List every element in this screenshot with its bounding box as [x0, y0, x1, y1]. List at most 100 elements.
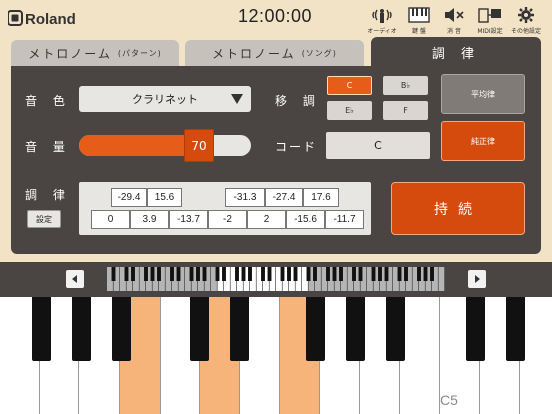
- chord-label: コード: [275, 140, 318, 154]
- just-temperament-button[interactable]: 純正律: [441, 121, 525, 161]
- mini-black-key: [248, 267, 252, 281]
- tone-select[interactable]: クラリネット: [79, 86, 251, 112]
- mini-black-key: [157, 267, 161, 281]
- key-label-c5: C5: [440, 392, 458, 408]
- chord-value-field[interactable]: C: [326, 132, 430, 159]
- keyboard-label: 鍵 盤: [412, 28, 426, 35]
- black-key[interactable]: [230, 297, 249, 361]
- temperament-value: 17.6: [311, 192, 331, 203]
- tab-tuning-label: 調 律: [431, 46, 481, 62]
- mini-black-key: [306, 267, 311, 281]
- tab-metronome-song-sub: (ソング): [301, 49, 337, 58]
- mini-black-key: [378, 267, 382, 281]
- midi-icon: [478, 8, 501, 23]
- transpose-key-bflat-label: B♭: [400, 81, 411, 90]
- mini-black-key: [313, 267, 317, 281]
- audio-button[interactable]: オーディオ: [362, 6, 402, 35]
- black-key[interactable]: [32, 297, 51, 361]
- black-key[interactable]: [72, 297, 91, 361]
- white-key[interactable]: [400, 297, 440, 414]
- transpose-key-f[interactable]: F: [383, 101, 428, 120]
- mini-black-key: [339, 267, 343, 281]
- transpose-key-eflat[interactable]: E♭: [327, 101, 372, 120]
- temperament-table: -29.4 15.6 -31.3 -27.4 17.6 0 3.9 -13.7 …: [79, 182, 371, 235]
- just-temperament-label: 純正律: [471, 136, 495, 146]
- volume-slider-thumb[interactable]: 70: [184, 129, 214, 162]
- black-key[interactable]: [306, 297, 325, 361]
- mini-black-key: [280, 267, 285, 281]
- keyboard-settings-button[interactable]: 鍵 盤: [399, 6, 439, 35]
- other-settings-label: その他設定: [510, 28, 541, 35]
- volume-value: 70: [191, 138, 207, 153]
- mini-black-key: [423, 267, 428, 281]
- temperament-value: -31.3: [233, 192, 257, 203]
- temperament-value: 3.9: [142, 214, 157, 225]
- midi-settings-button[interactable]: MIDI設定: [470, 6, 510, 35]
- transpose-key-c-label: C: [346, 81, 353, 90]
- scroll-left-button[interactable]: [66, 270, 84, 288]
- tab-metronome-pattern-sub: (パターン): [117, 49, 162, 58]
- mini-black-key: [124, 267, 129, 281]
- keyboard-overview-graphic: [107, 267, 445, 291]
- mini-black-key: [261, 267, 265, 281]
- black-key[interactable]: [506, 297, 525, 361]
- temperament-cell: -27.4: [265, 188, 303, 207]
- mini-black-key: [267, 267, 272, 281]
- mini-black-key: [170, 267, 174, 281]
- transpose-key-bflat[interactable]: B♭: [383, 76, 428, 95]
- transpose-key-c[interactable]: C: [327, 76, 372, 95]
- other-settings-button[interactable]: その他設定: [506, 6, 546, 35]
- sustain-button[interactable]: 持続: [391, 182, 525, 235]
- mini-black-key: [371, 267, 376, 281]
- mini-black-key: [417, 267, 421, 281]
- temperament-value: -11.7: [333, 214, 356, 225]
- keyboard-navigator: [0, 262, 552, 297]
- mini-black-key: [196, 267, 200, 281]
- tab-metronome-song-label: メトロノーム: [212, 47, 296, 61]
- tab-metronome-pattern[interactable]: メトロノーム (パターン): [11, 40, 179, 67]
- mini-white-key: [438, 267, 445, 291]
- temperament-value: -2: [223, 214, 232, 225]
- temperament-cell: -13.7: [169, 210, 208, 229]
- temperament-cell: 2: [247, 210, 286, 229]
- clock-display: 12:00:00: [237, 6, 313, 26]
- black-key[interactable]: [346, 297, 365, 361]
- transpose-key-f-label: F: [403, 106, 408, 115]
- volume-label: 音 量: [25, 140, 71, 154]
- tuning-panel: 音 色 クラリネット 音 量 70 移 調 C B♭ E♭ F コード C 平均…: [11, 66, 541, 254]
- black-key[interactable]: [466, 297, 485, 361]
- keyboard-icon: [408, 7, 430, 23]
- mini-black-key: [293, 267, 298, 281]
- black-key[interactable]: [112, 297, 131, 361]
- mute-button[interactable]: 消 音: [434, 6, 474, 35]
- mini-black-key: [189, 267, 194, 281]
- temperament-value: -29.4: [117, 192, 141, 203]
- temperament-cell: 3.9: [130, 210, 169, 229]
- temperament-value: 0: [107, 214, 114, 225]
- tone-value: クラリネット: [132, 93, 198, 106]
- mini-black-key: [326, 267, 330, 281]
- volume-slider[interactable]: [79, 135, 251, 156]
- tab-tuning[interactable]: 調 律: [371, 37, 541, 67]
- chord-value: C: [374, 139, 382, 152]
- gear-icon: [518, 7, 534, 23]
- mini-black-key: [202, 267, 207, 281]
- temperament-cell: 15.6: [147, 188, 182, 207]
- scroll-right-button[interactable]: [468, 270, 486, 288]
- black-key[interactable]: [386, 297, 405, 361]
- temperament-value: -27.4: [272, 192, 296, 203]
- mini-black-key: [384, 267, 389, 281]
- keyboard-overview[interactable]: [107, 267, 445, 291]
- black-key[interactable]: [190, 297, 209, 361]
- temperament-cell: -31.3: [225, 188, 265, 207]
- mini-black-key: [430, 267, 434, 281]
- volume-slider-fill: [79, 135, 199, 156]
- mini-black-key: [235, 267, 239, 281]
- tab-metronome-song[interactable]: メトロノーム (ソング): [185, 40, 364, 67]
- chevron-down-icon: [231, 94, 243, 104]
- temperament-settings-button[interactable]: 設定: [27, 210, 61, 228]
- equal-temperament-button[interactable]: 平均律: [441, 74, 525, 114]
- brand-text: Roland: [25, 11, 76, 27]
- piano-keyboard: C4 C5: [0, 297, 552, 414]
- transpose-key-eflat-label: E♭: [345, 106, 354, 115]
